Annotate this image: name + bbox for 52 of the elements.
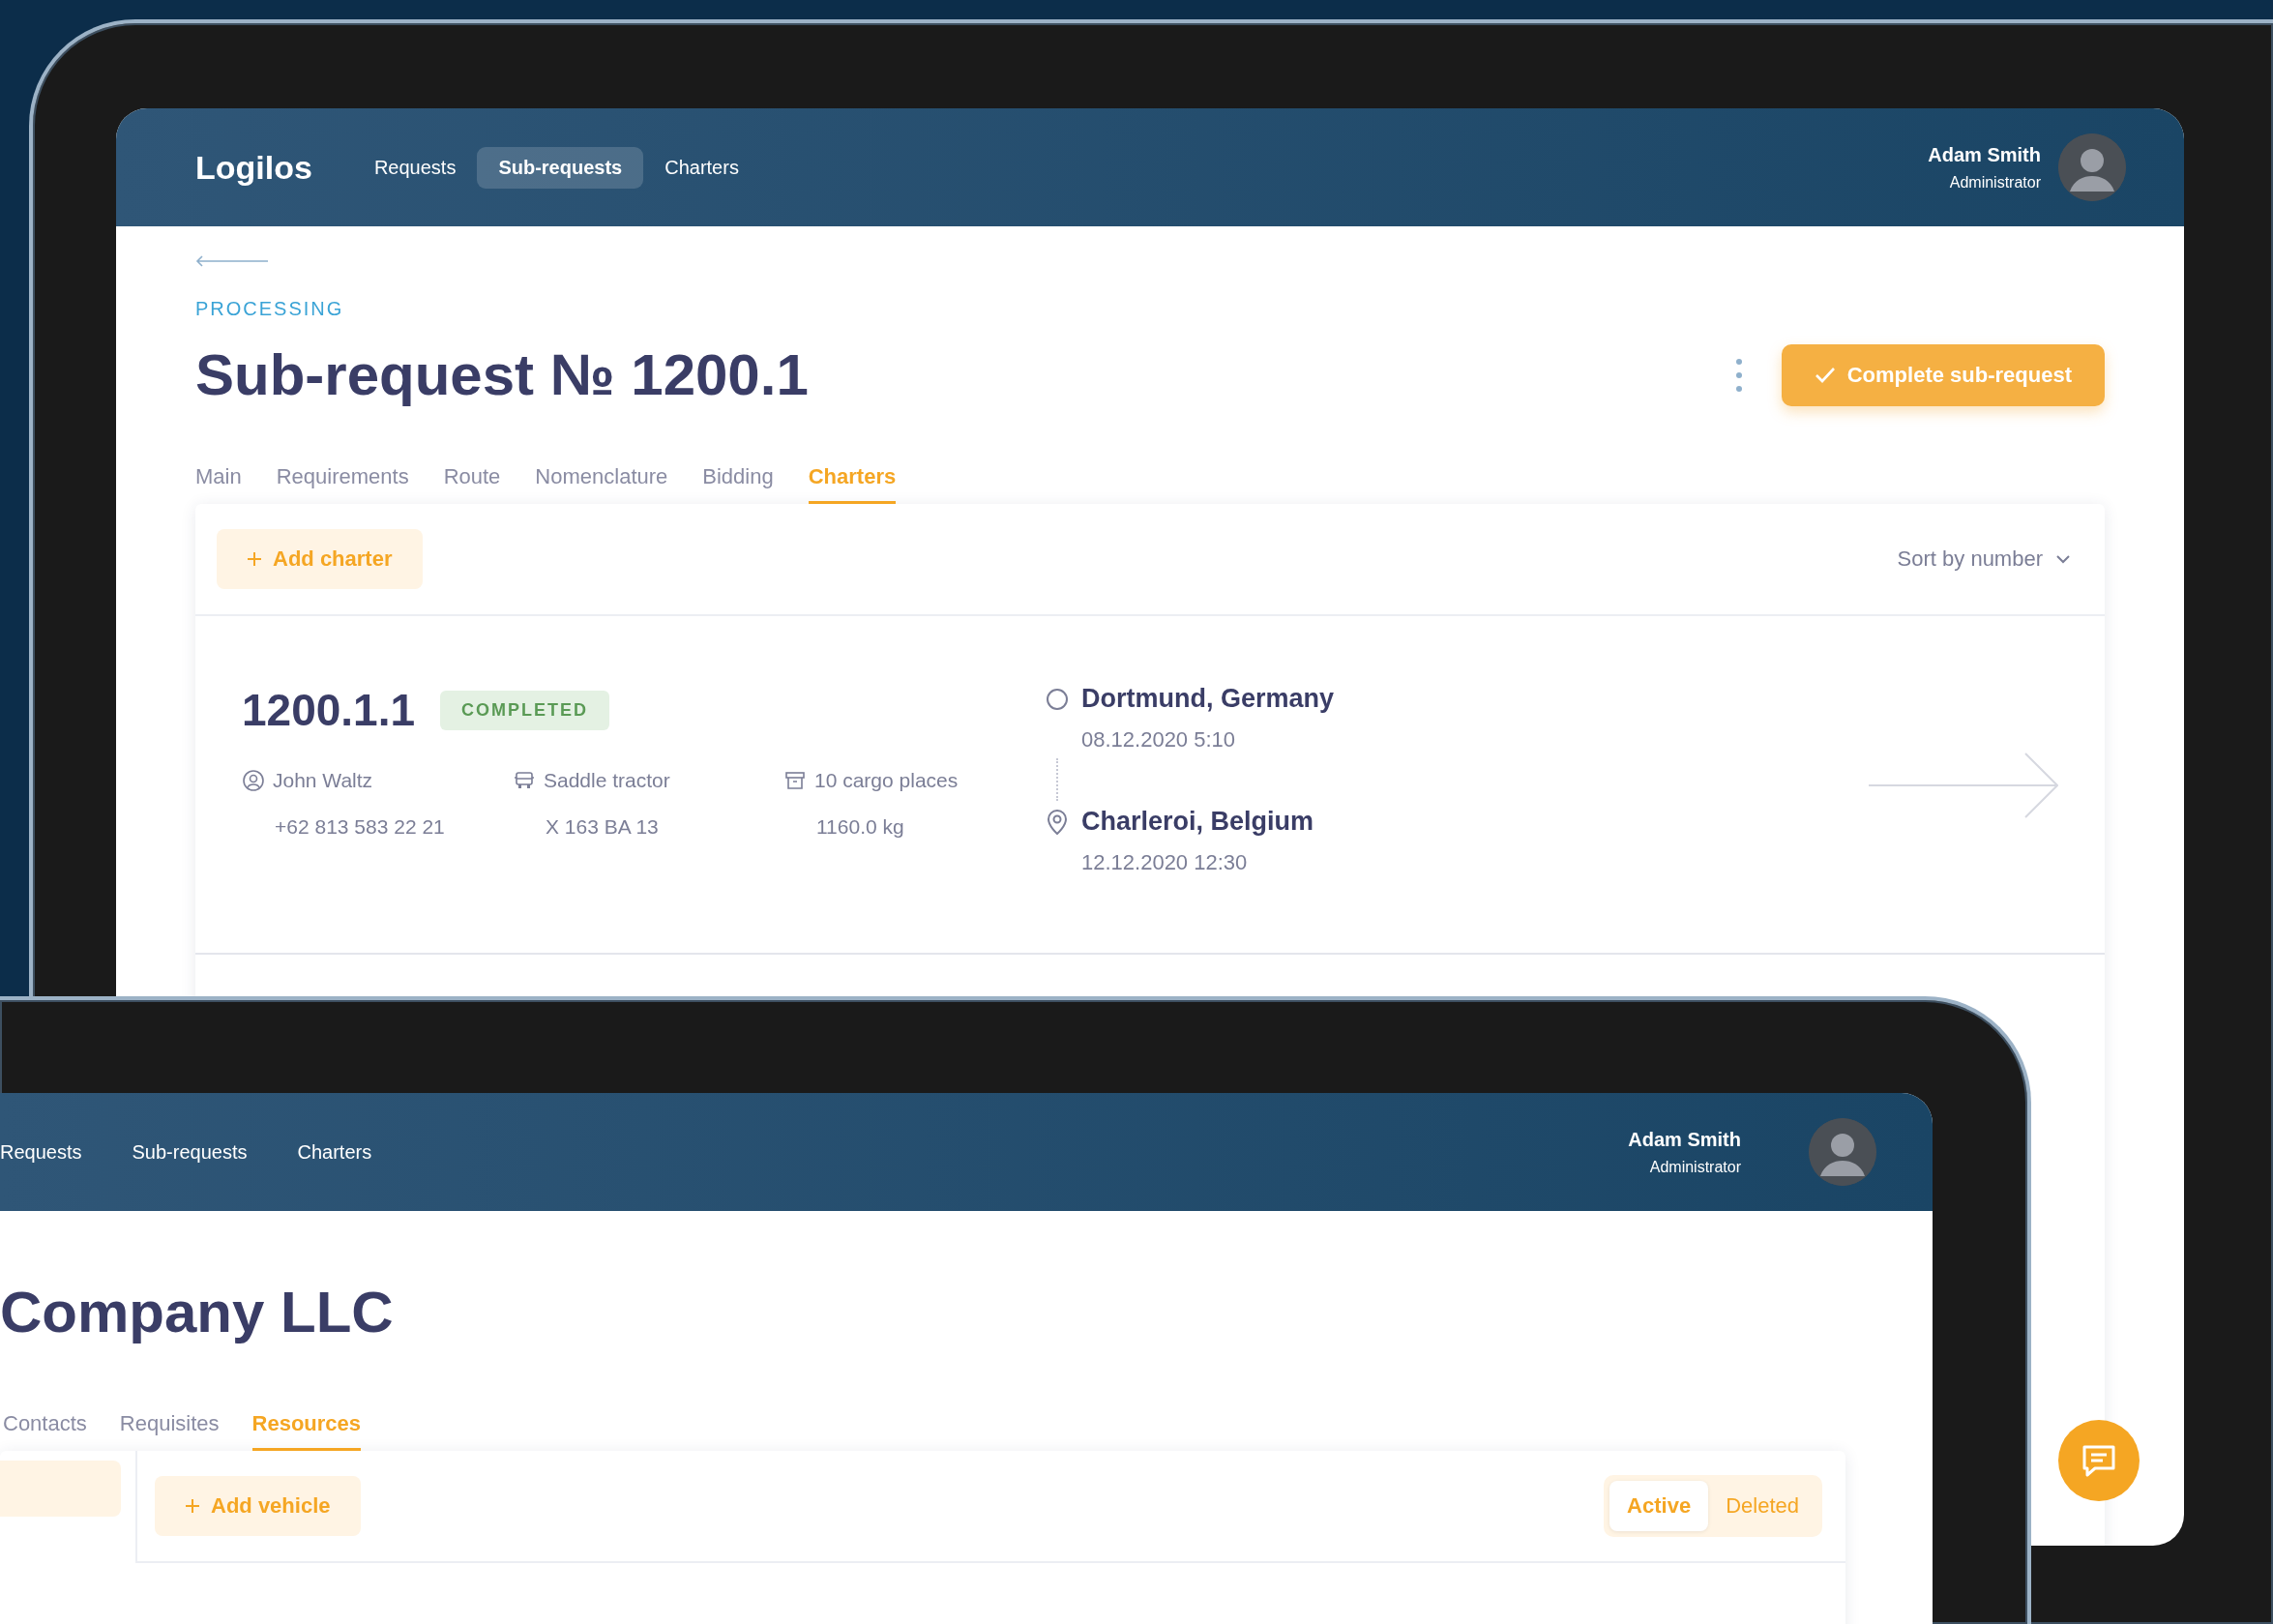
app-logo[interactable]: Logilos xyxy=(195,148,312,187)
location-pin-icon xyxy=(1045,808,1070,836)
origin-place: Dortmund, Germany xyxy=(1081,684,1335,714)
page-title: Sub-request № 1200.1 xyxy=(195,341,810,408)
plus-icon xyxy=(186,1499,199,1513)
avatar[interactable] xyxy=(2058,133,2126,201)
driver-name: John Waltz xyxy=(273,769,373,792)
back-arrow-icon[interactable] xyxy=(195,255,269,267)
vehicle-plate: X 163 BA 13 xyxy=(545,815,660,839)
user-role: Administrator xyxy=(1949,173,2041,192)
tab[interactable]: Requisites xyxy=(119,1411,220,1451)
person-icon xyxy=(242,769,265,792)
page-title: Company LLC xyxy=(0,1279,395,1345)
origin-time: 08.12.2020 5:10 xyxy=(1080,727,1237,753)
cargo-weight: 1160.0 kg xyxy=(815,815,905,839)
nav-link[interactable]: Sub-requests xyxy=(477,146,644,189)
status-label: PROCESSING xyxy=(195,298,345,320)
tab[interactable]: Bidding xyxy=(702,464,774,504)
add-button[interactable]: Add vehicle xyxy=(155,1476,362,1536)
tab[interactable]: Nomenclature xyxy=(535,464,668,504)
avatar[interactable] xyxy=(1809,1118,1876,1186)
tab[interactable]: Requirements xyxy=(276,464,409,504)
filter-toggle[interactable]: Active xyxy=(1609,1481,1709,1531)
nav-link[interactable]: Requests xyxy=(352,146,478,189)
user-name: Adam Smith xyxy=(1628,1128,1741,1151)
destination-time: 12.12.2020 12:30 xyxy=(1080,850,1249,875)
vehicle-type: Saddle tractor xyxy=(544,769,670,792)
destination-place: Charleroi, Belgium xyxy=(1081,807,1314,837)
tab[interactable]: Contacts xyxy=(3,1411,87,1451)
driver-phone: +62 813 583 22 21 xyxy=(274,815,446,839)
charter-number[interactable]: 1200.1.1 xyxy=(242,684,416,736)
cargo-places: 10 cargo places xyxy=(814,769,959,792)
plus-icon xyxy=(248,552,261,566)
sort-dropdown[interactable]: Sort by number xyxy=(1891,546,2076,573)
box-icon xyxy=(783,769,807,792)
more-icon[interactable] xyxy=(1734,357,1743,393)
add-button[interactable]: Add charter xyxy=(217,529,424,589)
nav-link[interactable]: Charters xyxy=(297,1131,372,1173)
tab[interactable]: Main xyxy=(195,464,242,504)
tab[interactable]: Route xyxy=(443,464,501,504)
arrow-right-icon[interactable] xyxy=(1869,752,2058,819)
filter-toggle[interactable]: Deleted xyxy=(1708,1481,1816,1531)
user-role: Administrator xyxy=(1649,1158,1741,1176)
check-icon xyxy=(1814,366,1836,384)
complete-button[interactable]: Complete sub-request xyxy=(1781,343,2105,406)
nav-link[interactable]: Requests xyxy=(0,1131,82,1173)
nav-link[interactable]: Charters xyxy=(643,146,760,189)
chevron-down-icon xyxy=(2056,554,2070,564)
circle-icon xyxy=(1045,686,1070,712)
user-name: Adam Smith xyxy=(1928,143,2041,166)
status-badge: COMPLETED xyxy=(440,690,610,730)
nav-link[interactable]: Sub-requests xyxy=(132,1131,248,1173)
